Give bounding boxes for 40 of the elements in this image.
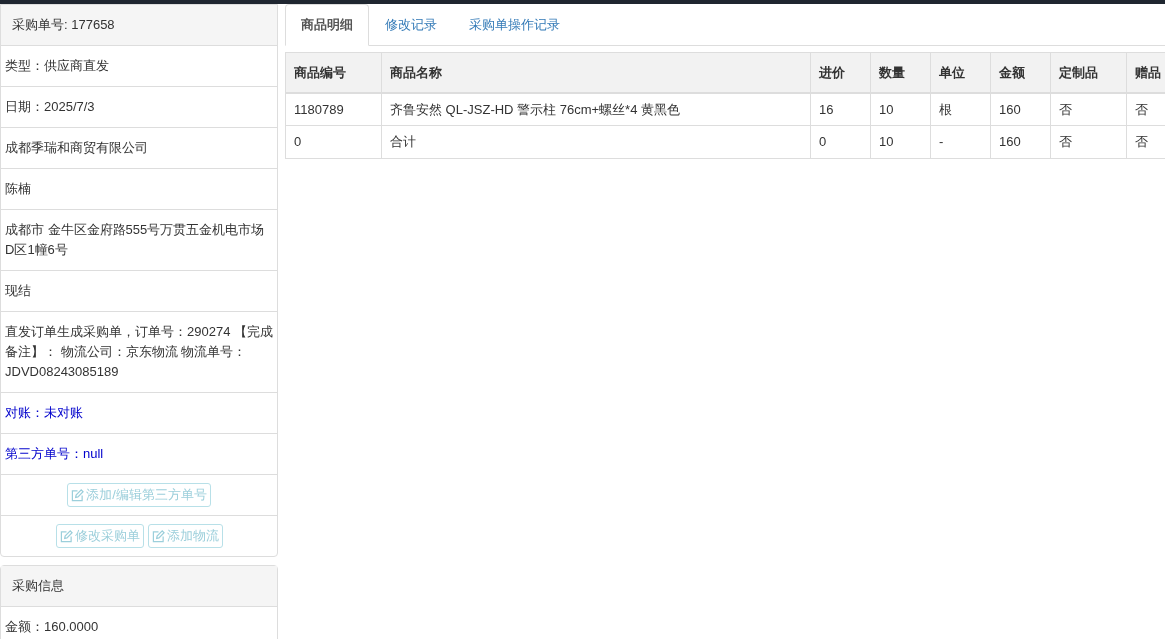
info-text: 陈楠 [5, 181, 31, 196]
table-cell: 齐鲁安然 QL-JSZ-HD 警示柱 76cm+螺丝*4 黄黑色 [381, 92, 811, 126]
info-text: 现结 [5, 283, 31, 298]
tab[interactable]: 采购单操作记录 [453, 4, 576, 46]
table-cell: 合计 [381, 125, 811, 159]
table-cell: 根 [930, 92, 991, 126]
info-text: 直发订单生成采购单，订单号：290274 【完成备注】： 物流公司：京东物流 物流单号：JDVD08243085189 [5, 324, 273, 379]
table-cell: 10 [870, 125, 931, 159]
edit-icon [151, 529, 165, 543]
info-text: 金额：160.0000 [5, 619, 99, 634]
info-text: 成都市 金牛区金府路555号万贯五金机电市场D区1幢6号 [5, 222, 265, 257]
info-text: 日期：2025/7/3 [5, 99, 95, 114]
column-header: 赠品 [1126, 52, 1165, 93]
table-cell: 160 [990, 125, 1051, 159]
column-header: 定制品 [1050, 52, 1127, 93]
column-header: 商品名称 [381, 52, 811, 93]
edit-icon [71, 488, 85, 502]
table-cell: - [930, 125, 991, 159]
tab[interactable]: 商品明细 [285, 4, 369, 46]
table-cell: 160 [990, 92, 1051, 126]
info-text: 第三方单号：null [5, 446, 104, 461]
info-text: 对账：未对账 [5, 405, 83, 420]
table-cell: 否 [1050, 125, 1127, 159]
panel-title: 采购信息 [12, 578, 64, 593]
tab[interactable]: 修改记录 [369, 4, 453, 46]
column-header: 数量 [870, 52, 931, 93]
table-cell: 10 [870, 92, 931, 126]
column-header: 商品编号 [285, 52, 382, 93]
table-cell: 否 [1050, 92, 1127, 126]
info-text: 成都季瑞和商贸有限公司 [5, 140, 148, 155]
table-cell: 1180789 [285, 92, 382, 126]
column-header: 单位 [930, 52, 991, 93]
table-cell: 16 [810, 92, 871, 126]
column-header: 进价 [810, 52, 871, 93]
info-text: 类型：供应商直发 [5, 58, 109, 73]
edit-icon [59, 529, 73, 543]
table-cell: 0 [810, 125, 871, 159]
panel-title: 采购单号: 177658 [12, 17, 115, 32]
table-cell: 0 [285, 125, 382, 159]
column-header: 金额 [990, 52, 1051, 93]
